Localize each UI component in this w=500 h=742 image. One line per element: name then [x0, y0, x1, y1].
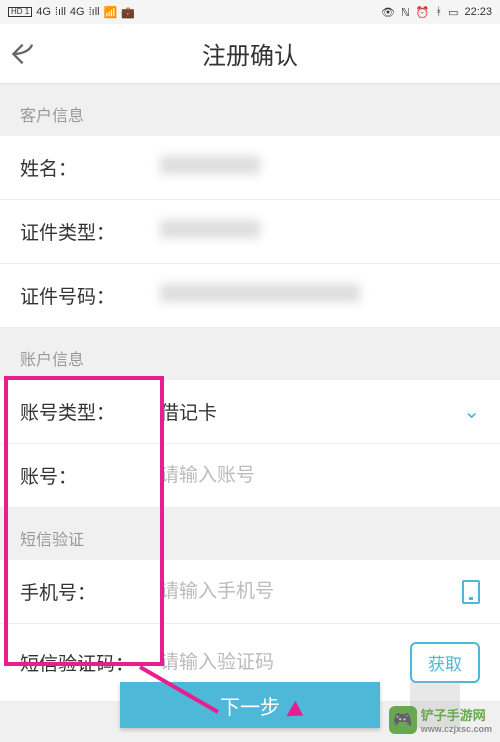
battery-icon: ▭ — [448, 6, 458, 19]
hd-badge-1: HD 1 — [8, 7, 32, 17]
watermark: 🎮 铲子手游网 www.czjxsc.com — [389, 705, 492, 734]
section-customer-info: 客户信息 — [0, 84, 500, 136]
back-button[interactable] — [0, 40, 50, 68]
section-sms: 短信验证 — [0, 508, 500, 560]
name-label: 姓名： — [20, 154, 160, 181]
id-number-value — [160, 284, 480, 308]
wifi-icon: 📶 — [104, 6, 118, 19]
watermark-text: 铲子手游网 — [421, 705, 492, 724]
id-number-label: 证件号码： — [20, 282, 160, 309]
phone-label: 手机号： — [20, 578, 160, 605]
next-button[interactable]: 下一步 — [120, 682, 380, 728]
row-account[interactable]: 账号： — [0, 444, 500, 508]
row-phone[interactable]: 手机号： — [0, 560, 500, 624]
watermark-logo-icon: 🎮 — [389, 706, 417, 734]
watermark-url: www.czjxsc.com — [421, 724, 492, 734]
page-title: 注册确认 — [202, 36, 298, 71]
row-id-type: 证件类型： — [0, 200, 500, 264]
id-type-value — [160, 220, 480, 244]
id-type-label: 证件类型： — [20, 218, 160, 245]
phone-input[interactable] — [160, 581, 452, 603]
bluetooth-icon: ᚼ — [435, 6, 442, 18]
alarm-icon: ⏰ — [416, 6, 430, 19]
account-input[interactable] — [160, 465, 480, 487]
nfc-icon: ℕ — [401, 6, 410, 19]
section-account-info: 账户信息 — [0, 328, 500, 380]
account-type-value: 借记卡 — [160, 398, 463, 425]
briefcase-icon: 💼 — [121, 6, 135, 19]
contacts-icon[interactable] — [462, 580, 480, 604]
nav-bar: 注册确认 — [0, 24, 500, 84]
status-bar: HD 1 4G ⁞ıll 4G ⁞ıll 📶 💼 👁 ℕ ⏰ ᚼ ▭ 22:23 — [0, 0, 500, 24]
signal-bars-1: ⁞ıll — [55, 6, 66, 18]
account-label: 账号： — [20, 462, 160, 489]
get-code-button[interactable]: 获取 — [410, 642, 480, 683]
chevron-down-icon: ⌄ — [463, 399, 480, 424]
eye-icon: 👁 — [381, 6, 395, 19]
row-name: 姓名： — [0, 136, 500, 200]
signal-4g-2: 4G — [70, 6, 85, 18]
sms-code-input[interactable] — [160, 652, 410, 674]
row-id-number: 证件号码： — [0, 264, 500, 328]
status-time: 22:23 — [464, 6, 492, 18]
signal-bars-2: ⁞ıll — [89, 6, 100, 18]
sms-code-label: 短信验证码： — [20, 649, 160, 676]
account-type-label: 账号类型： — [20, 398, 160, 425]
row-account-type[interactable]: 账号类型： 借记卡 ⌄ — [0, 380, 500, 444]
signal-4g-1: 4G — [36, 6, 51, 18]
name-value — [160, 156, 480, 180]
